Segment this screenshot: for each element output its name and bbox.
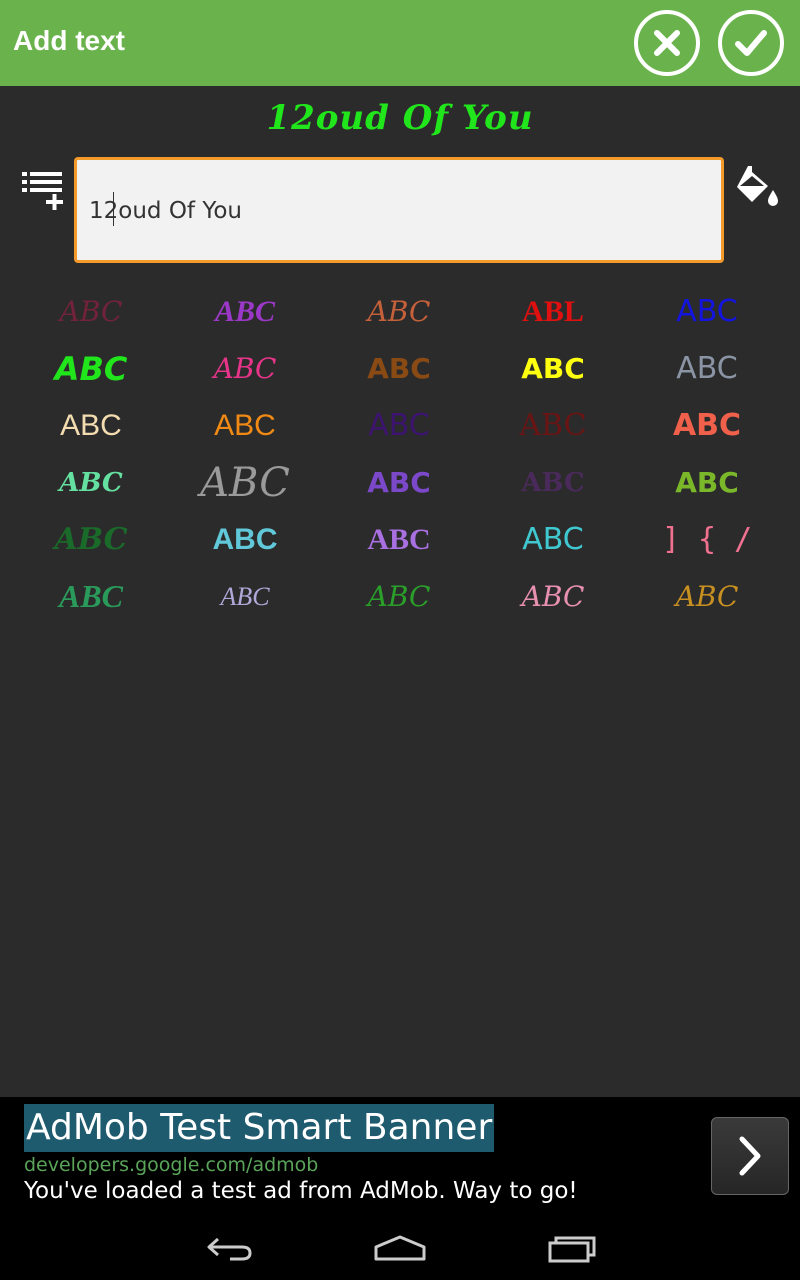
- font-option[interactable]: ABC: [168, 283, 322, 340]
- ad-open-button[interactable]: [711, 1117, 789, 1195]
- home-button[interactable]: [370, 1229, 430, 1265]
- ad-description: You've loaded a test ad from AdMob. Way …: [24, 1178, 578, 1204]
- font-option[interactable]: ] { /: [630, 511, 784, 568]
- font-list-button[interactable]: [22, 168, 66, 210]
- recents-button[interactable]: [540, 1229, 600, 1265]
- chevron-right-icon: [739, 1136, 761, 1176]
- list-add-icon: [22, 172, 63, 210]
- font-option[interactable]: ABC: [14, 511, 168, 568]
- font-option[interactable]: ABC: [14, 568, 168, 625]
- font-option[interactable]: ABC: [630, 283, 784, 340]
- font-option[interactable]: ABC: [476, 340, 630, 397]
- font-option[interactable]: ABC: [476, 454, 630, 511]
- cancel-button[interactable]: [634, 10, 700, 76]
- font-option[interactable]: ABC: [630, 454, 784, 511]
- font-option[interactable]: ABC: [630, 397, 784, 454]
- font-option[interactable]: ABC: [476, 397, 630, 454]
- text-input[interactable]: 12oud Of You: [74, 157, 724, 263]
- font-option[interactable]: ABC: [14, 340, 168, 397]
- back-button[interactable]: [200, 1229, 260, 1265]
- font-option[interactable]: ABC: [322, 454, 476, 511]
- font-option[interactable]: ABC: [168, 340, 322, 397]
- text-preview: 12oud Of You: [266, 98, 534, 138]
- font-option[interactable]: ABC: [14, 283, 168, 340]
- font-option[interactable]: ABC: [168, 397, 322, 454]
- font-option[interactable]: ABC: [168, 454, 322, 511]
- text-cursor: [113, 192, 114, 226]
- paint-bucket-icon: [737, 166, 778, 206]
- font-option[interactable]: ABL: [476, 283, 630, 340]
- screen-title: Add text: [13, 25, 125, 56]
- font-option[interactable]: ABC: [630, 340, 784, 397]
- font-option[interactable]: ABC: [322, 568, 476, 625]
- font-option[interactable]: ABC: [322, 397, 476, 454]
- font-style-grid: ABC ABC ABC ABL ABC ABC ABC ABC ABC ABC ABC ABC ABC A…: [14, 283, 784, 625]
- font-option[interactable]: ABC: [476, 568, 630, 625]
- font-option[interactable]: ABC: [630, 568, 784, 625]
- recents-icon: [548, 1236, 596, 1263]
- home-icon: [374, 1235, 426, 1261]
- font-option[interactable]: ABC: [322, 511, 476, 568]
- system-nav-bar: [0, 1217, 800, 1280]
- font-option[interactable]: ABC: [14, 454, 168, 511]
- ad-banner[interactable]: AdMob Test Smart Banner developers.googl…: [0, 1097, 800, 1217]
- font-option[interactable]: ABC: [168, 568, 322, 625]
- ad-title[interactable]: AdMob Test Smart Banner: [24, 1104, 495, 1152]
- font-option[interactable]: ABC: [14, 397, 168, 454]
- top-app-bar: Add text: [0, 0, 800, 86]
- back-icon: [207, 1237, 252, 1261]
- font-option[interactable]: ABC: [322, 283, 476, 340]
- check-icon: [735, 30, 767, 56]
- close-icon: [654, 30, 680, 56]
- color-picker-button[interactable]: [734, 164, 780, 208]
- font-option[interactable]: ABC: [168, 511, 322, 568]
- font-option[interactable]: ABC: [476, 511, 630, 568]
- ad-url: developers.google.com/admob: [24, 1154, 319, 1176]
- font-option[interactable]: ABC: [322, 340, 476, 397]
- confirm-button[interactable]: [718, 10, 784, 76]
